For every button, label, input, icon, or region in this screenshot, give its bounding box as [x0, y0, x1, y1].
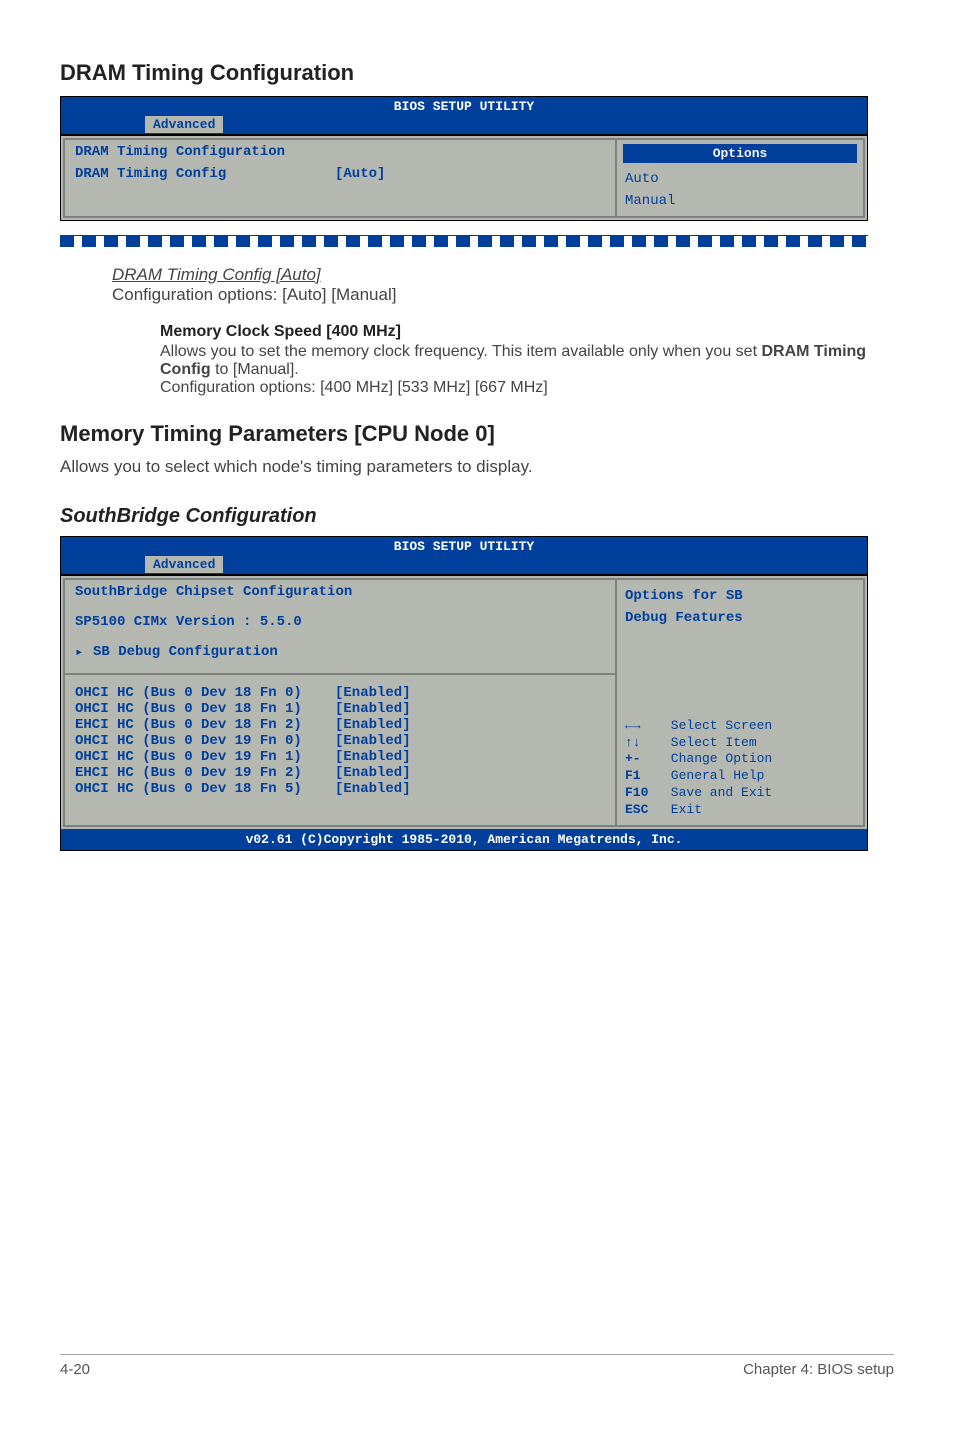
- hc-value: [Enabled]: [335, 749, 411, 765]
- tab-advanced[interactable]: Advanced: [145, 116, 223, 133]
- page-footer: 4-20 Chapter 4: BIOS setup: [60, 1354, 894, 1378]
- bios-left-panel: DRAM Timing Configuration DRAM Timing Co…: [63, 138, 615, 218]
- tab-advanced-sb[interactable]: Advanced: [145, 556, 223, 573]
- nav-label: Select Item: [663, 735, 757, 750]
- bios-title: BIOS SETUP UTILITY: [61, 97, 867, 116]
- hc-value: [Enabled]: [335, 733, 411, 749]
- hc-row[interactable]: OHCI HC (Bus 0 Dev 18 Fn 1)[Enabled]: [75, 701, 605, 717]
- hc-label: OHCI HC (Bus 0 Dev 18 Fn 1): [75, 701, 335, 717]
- hc-row[interactable]: OHCI HC (Bus 0 Dev 18 Fn 5)[Enabled]: [75, 781, 605, 797]
- dram-timing-config-item-title: DRAM Timing Config [Auto]: [112, 265, 894, 285]
- bios-body: DRAM Timing Configuration DRAM Timing Co…: [61, 134, 867, 220]
- help-line-1: Options for SB: [617, 580, 863, 606]
- hc-label: OHCI HC (Bus 0 Dev 19 Fn 1): [75, 749, 335, 765]
- hc-row[interactable]: OHCI HC (Bus 0 Dev 19 Fn 0)[Enabled]: [75, 733, 605, 749]
- hc-label: EHCI HC (Bus 0 Dev 19 Fn 2): [75, 765, 335, 781]
- hc-value: [Enabled]: [335, 765, 411, 781]
- hc-list: OHCI HC (Bus 0 Dev 18 Fn 0)[Enabled]OHCI…: [75, 685, 605, 797]
- memclock-title: Memory Clock Speed [400 MHz]: [160, 323, 894, 341]
- bios-body-sb: SouthBridge Chipset Configuration SP5100…: [61, 574, 867, 829]
- nav-row: F1 General Help: [625, 768, 855, 785]
- help-line-2: Debug Features: [617, 606, 863, 628]
- dram-timing-config-row[interactable]: DRAM Timing Config [Auto]: [75, 166, 605, 182]
- southbridge-heading: SouthBridge Configuration: [60, 505, 894, 528]
- dram-timing-config-label: DRAM Timing Config: [75, 166, 335, 182]
- bios-footer: v02.61 (C)Copyright 1985-2010, American …: [61, 829, 867, 850]
- hc-row[interactable]: EHCI HC (Bus 0 Dev 19 Fn 2)[Enabled]: [75, 765, 605, 781]
- nav-key: F10: [625, 785, 663, 802]
- nav-key: ←→: [625, 718, 663, 735]
- options-header: Options: [623, 144, 857, 163]
- bios-left-panel-sb: SouthBridge Chipset Configuration SP5100…: [63, 578, 615, 827]
- sb-debug-submenu[interactable]: ▸ SB Debug Configuration: [75, 644, 605, 661]
- hc-value: [Enabled]: [335, 717, 411, 733]
- option-manual[interactable]: Manual: [617, 189, 863, 217]
- bios-panel-dram: BIOS SETUP UTILITY Advanced DRAM Timing …: [60, 96, 868, 221]
- memory-timing-desc: Allows you to select which node's timing…: [60, 457, 894, 477]
- nav-label: Select Screen: [663, 718, 772, 733]
- submenu-arrow-icon: ▸: [75, 644, 93, 661]
- nav-key: +-: [625, 751, 663, 768]
- nav-label: Exit: [663, 802, 702, 817]
- nav-hints: ←→ Select Screen↑↓ Select Item+- Change …: [617, 718, 863, 825]
- bios-right-panel: Options Auto Manual: [615, 138, 865, 218]
- nav-label: Change Option: [663, 751, 772, 766]
- bios-title-sb: BIOS SETUP UTILITY: [61, 537, 867, 556]
- nav-row: ↑↓ Select Item: [625, 735, 855, 752]
- option-auto[interactable]: Auto: [617, 167, 863, 189]
- hc-row[interactable]: EHCI HC (Bus 0 Dev 18 Fn 2)[Enabled]: [75, 717, 605, 733]
- hc-row[interactable]: OHCI HC (Bus 0 Dev 18 Fn 0)[Enabled]: [75, 685, 605, 701]
- dram-timing-heading: DRAM Timing Configuration: [60, 60, 894, 86]
- dram-timing-config-value: [Auto]: [335, 166, 385, 182]
- dram-timing-config-item-desc: Configuration options: [Auto] [Manual]: [112, 285, 894, 305]
- sb-version: SP5100 CIMx Version : 5.5.0: [75, 614, 605, 630]
- bios-panel-southbridge: BIOS SETUP UTILITY Advanced SouthBridge …: [60, 536, 868, 851]
- sb-debug-label: SB Debug Configuration: [93, 644, 278, 661]
- hc-value: [Enabled]: [335, 685, 411, 701]
- page: DRAM Timing Configuration BIOS SETUP UTI…: [0, 0, 954, 1400]
- memclock-desc-1: Allows you to set the memory clock frequ…: [160, 343, 894, 379]
- panel-title: DRAM Timing Configuration: [75, 144, 605, 160]
- hc-value: [Enabled]: [335, 781, 411, 797]
- nav-label: General Help: [663, 768, 764, 783]
- bios-truncated-edge: [60, 235, 868, 247]
- nav-key: ↑↓: [625, 735, 663, 752]
- hc-label: OHCI HC (Bus 0 Dev 18 Fn 5): [75, 781, 335, 797]
- nav-row: ←→ Select Screen: [625, 718, 855, 735]
- hc-label: OHCI HC (Bus 0 Dev 19 Fn 0): [75, 733, 335, 749]
- hc-label: OHCI HC (Bus 0 Dev 18 Fn 0): [75, 685, 335, 701]
- memclock-desc-2: Configuration options: [400 MHz] [533 MH…: [160, 379, 894, 397]
- bios-tabs: Advanced: [61, 116, 867, 134]
- hc-value: [Enabled]: [335, 701, 411, 717]
- bios-right-panel-sb: Options for SB Debug Features ←→ Select …: [615, 578, 865, 827]
- page-number: 4-20: [60, 1361, 90, 1378]
- nav-row: ESC Exit: [625, 802, 855, 819]
- nav-row: +- Change Option: [625, 751, 855, 768]
- hc-row[interactable]: OHCI HC (Bus 0 Dev 19 Fn 1)[Enabled]: [75, 749, 605, 765]
- nav-key: F1: [625, 768, 663, 785]
- chapter-title: Chapter 4: BIOS setup: [743, 1361, 894, 1378]
- bios-tabs-sb: Advanced: [61, 556, 867, 574]
- memory-timing-heading: Memory Timing Parameters [CPU Node 0]: [60, 421, 894, 447]
- sb-panel-title: SouthBridge Chipset Configuration: [75, 584, 605, 600]
- nav-label: Save and Exit: [663, 785, 772, 800]
- nav-key: ESC: [625, 802, 663, 819]
- hc-label: EHCI HC (Bus 0 Dev 18 Fn 2): [75, 717, 335, 733]
- nav-row: F10 Save and Exit: [625, 785, 855, 802]
